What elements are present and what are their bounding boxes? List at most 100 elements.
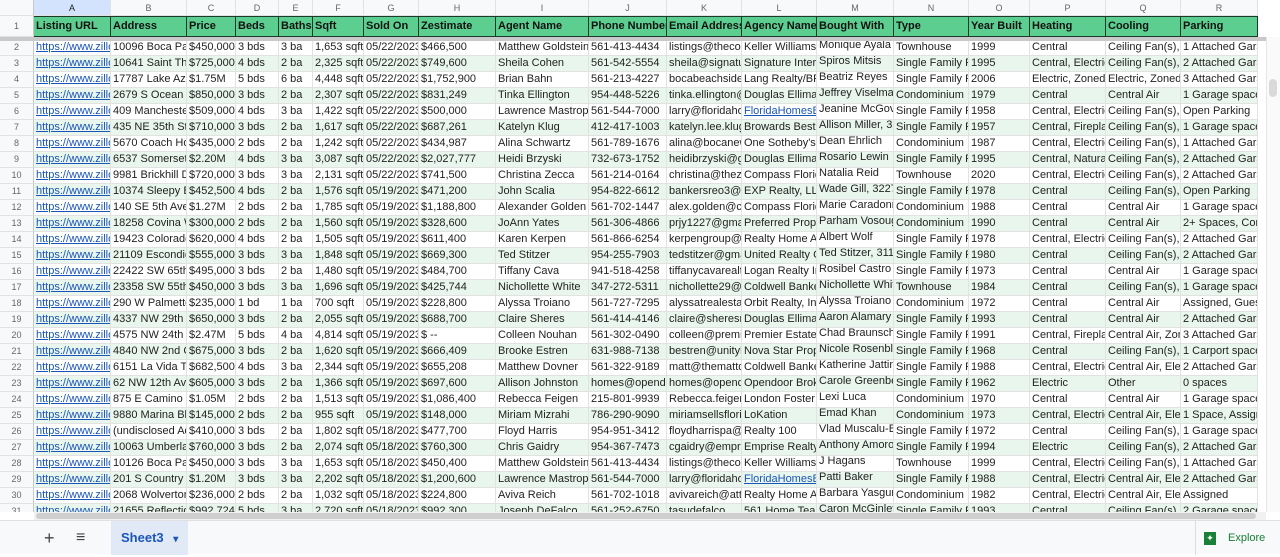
column-header-g[interactable]: G — [364, 0, 419, 16]
table-row[interactable]: 25 https://www.zillo 9880 Marina Blv $145,0… — [0, 408, 1258, 424]
cell-bought-with[interactable]: Allison Miller, 32- — [817, 120, 894, 136]
row-number[interactable]: 23 — [0, 376, 34, 392]
cell-agent-name[interactable]: Lawrence Mastropie — [496, 104, 589, 120]
add-sheet-button[interactable]: + — [44, 521, 55, 555]
cell-phone-number[interactable]: 561-544-7000 — [589, 472, 667, 488]
cell-parking[interactable]: 2 Attached Garage — [1181, 168, 1258, 184]
cell-zestimate[interactable]: $466,500 — [419, 40, 496, 56]
cell-type[interactable]: Single Family Re — [894, 264, 969, 280]
cell-bought-with[interactable]: Beatriz Reyes — [817, 72, 894, 88]
row-number[interactable]: 6 — [0, 104, 34, 120]
cell-price[interactable]: $300,000 — [187, 216, 236, 232]
cell-parking[interactable]: 1 Attached Garage — [1181, 40, 1258, 56]
header-cell-address[interactable]: Address — [111, 16, 187, 37]
cell-email-address[interactable]: katelyn.lee.klug@ — [667, 120, 742, 136]
cell-cooling[interactable]: Ceiling Fan(s), C — [1106, 56, 1181, 72]
cell-email-address[interactable]: larry@floridahom — [667, 472, 742, 488]
row-number[interactable]: 11 — [0, 184, 34, 200]
cell-bought-with[interactable]: Katherine Jattin — [817, 360, 894, 376]
cell-bought-with[interactable]: Rosario Lewin — [817, 152, 894, 168]
cell-agent-name[interactable]: Katelyn Klug — [496, 120, 589, 136]
table-row[interactable]: 6 https://www.zillo 409 Manchester $509,000… — [0, 104, 1258, 120]
cell-sold-on[interactable]: 05/19/2023 — [364, 184, 419, 200]
cell-heating[interactable]: Central — [1030, 280, 1106, 296]
cell-baths[interactable]: 3 ba — [279, 168, 313, 184]
cell-agent-name[interactable]: Chris Gaidry — [496, 440, 589, 456]
cell-sqft[interactable]: 2,307 sqft — [313, 88, 364, 104]
cell-email-address[interactable]: matt@themattdo — [667, 360, 742, 376]
cell-baths[interactable]: 2 ba — [279, 136, 313, 152]
cell-price[interactable]: $452,500 — [187, 184, 236, 200]
cell-address[interactable]: (undisclosed Add — [111, 424, 187, 440]
cell-parking[interactable]: 2 Attached Garage — [1181, 232, 1258, 248]
cell-address[interactable]: 10096 Boca Palm — [111, 40, 187, 56]
table-row[interactable]: 9 https://www.zillo 6537 Somerset ($2.20M 4… — [0, 152, 1258, 168]
header-cell-sqft[interactable]: Sqft — [313, 16, 364, 37]
cell-agent-name[interactable]: Christina Zecca — [496, 168, 589, 184]
cell-email-address[interactable]: heidibrzyski@gm — [667, 152, 742, 168]
cell-phone-number[interactable]: 561-542-5554 — [589, 56, 667, 72]
cell-price[interactable]: $435,000 — [187, 136, 236, 152]
cell-price[interactable]: $605,000 — [187, 376, 236, 392]
cell-link[interactable]: https://www.zillo — [36, 217, 110, 229]
cell-phone-number[interactable]: 954-822-6612 — [589, 184, 667, 200]
cell-price[interactable]: $450,000 — [187, 40, 236, 56]
cell-baths[interactable]: 3 ba — [279, 104, 313, 120]
cell-year-built[interactable]: 1993 — [969, 312, 1030, 328]
cell-parking[interactable]: 1 Space, Assigned, — [1181, 408, 1258, 424]
cell-type[interactable]: Single Family Re — [894, 504, 969, 512]
cell-agency-name[interactable]: 561 Home Team — [742, 504, 817, 512]
cell-cooling[interactable]: Central Air — [1106, 312, 1181, 328]
cell-cooling[interactable]: Ceiling Fan(s), C — [1106, 40, 1181, 56]
cell-type[interactable]: Townhouse — [894, 168, 969, 184]
cell-heating[interactable]: Central — [1030, 88, 1106, 104]
cell-baths[interactable]: 4 ba — [279, 328, 313, 344]
cell-beds[interactable]: 5 bds — [236, 328, 279, 344]
cell-sold-on[interactable]: 05/22/2023 — [364, 152, 419, 168]
cell-listing-url[interactable]: https://www.zillo — [34, 424, 111, 440]
cell-parking[interactable]: Open Parking — [1181, 184, 1258, 200]
table-row[interactable]: 13 https://www.zillo 18258 Covina W $300,00… — [0, 216, 1258, 232]
column-header-i[interactable]: I — [496, 0, 589, 16]
sheet-tab-sheet3[interactable]: Sheet3 ▾ — [111, 521, 188, 555]
header-cell-zestimate[interactable]: Zestimate — [419, 16, 496, 37]
cell-year-built[interactable]: 1957 — [969, 120, 1030, 136]
cell-type[interactable]: Single Family Re — [894, 72, 969, 88]
cell-listing-url[interactable]: https://www.zillo — [34, 264, 111, 280]
cell-sold-on[interactable]: 05/22/2023 — [364, 168, 419, 184]
cell-type[interactable]: Single Family Re — [894, 248, 969, 264]
cell-baths[interactable]: 2 ba — [279, 392, 313, 408]
cell-beds[interactable]: 3 bds — [236, 264, 279, 280]
cell-listing-url[interactable]: https://www.zillo — [34, 120, 111, 136]
row-number[interactable]: 1 — [0, 16, 34, 37]
cell-cooling[interactable]: Ceiling Fan(s), C — [1106, 248, 1181, 264]
cell-link[interactable]: https://www.zillo — [36, 105, 110, 117]
cell-address[interactable]: 4575 NW 24th Te — [111, 328, 187, 344]
cell-sold-on[interactable]: 05/18/2023 — [364, 456, 419, 472]
cell-cooling[interactable]: Other — [1106, 376, 1181, 392]
header-cell-beds[interactable]: Beds — [236, 16, 279, 37]
cell-agent-name[interactable]: Allison Johnston — [496, 376, 589, 392]
cell-agent-name[interactable]: Brian Bahn — [496, 72, 589, 88]
cell-agency-name[interactable]: Compass Florida — [742, 168, 817, 184]
cell-parking[interactable]: Open Parking — [1181, 104, 1258, 120]
table-row[interactable]: 14 https://www.zillo 19423 Colorado $620,00… — [0, 232, 1258, 248]
cell-agency-name[interactable]: Opendoor Broke — [742, 376, 817, 392]
cell-beds[interactable]: 1 bd — [236, 296, 279, 312]
cell-sqft[interactable]: 1,505 sqft — [313, 232, 364, 248]
cell-phone-number[interactable]: 561-306-4866 — [589, 216, 667, 232]
cell-beds[interactable]: 3 bds — [236, 168, 279, 184]
cell-heating[interactable]: Central, Electric — [1030, 360, 1106, 376]
cell-link[interactable]: https://www.zillo — [36, 233, 110, 245]
cell-baths[interactable]: 2 ba — [279, 120, 313, 136]
vertical-scrollbar[interactable] — [1266, 37, 1280, 512]
cell-sold-on[interactable]: 05/19/2023 — [364, 328, 419, 344]
cell-listing-url[interactable]: https://www.zillo — [34, 248, 111, 264]
cell-year-built[interactable]: 1995 — [969, 152, 1030, 168]
cell-agency-name[interactable]: Realty 100 — [742, 424, 817, 440]
chevron-down-icon[interactable]: ▾ — [173, 534, 178, 545]
cell-agent-name[interactable]: Floyd Harris — [496, 424, 589, 440]
row-number[interactable]: 28 — [0, 456, 34, 472]
cell-bought-with[interactable]: Emad Khan — [817, 408, 894, 424]
column-header-f[interactable]: F — [313, 0, 364, 16]
